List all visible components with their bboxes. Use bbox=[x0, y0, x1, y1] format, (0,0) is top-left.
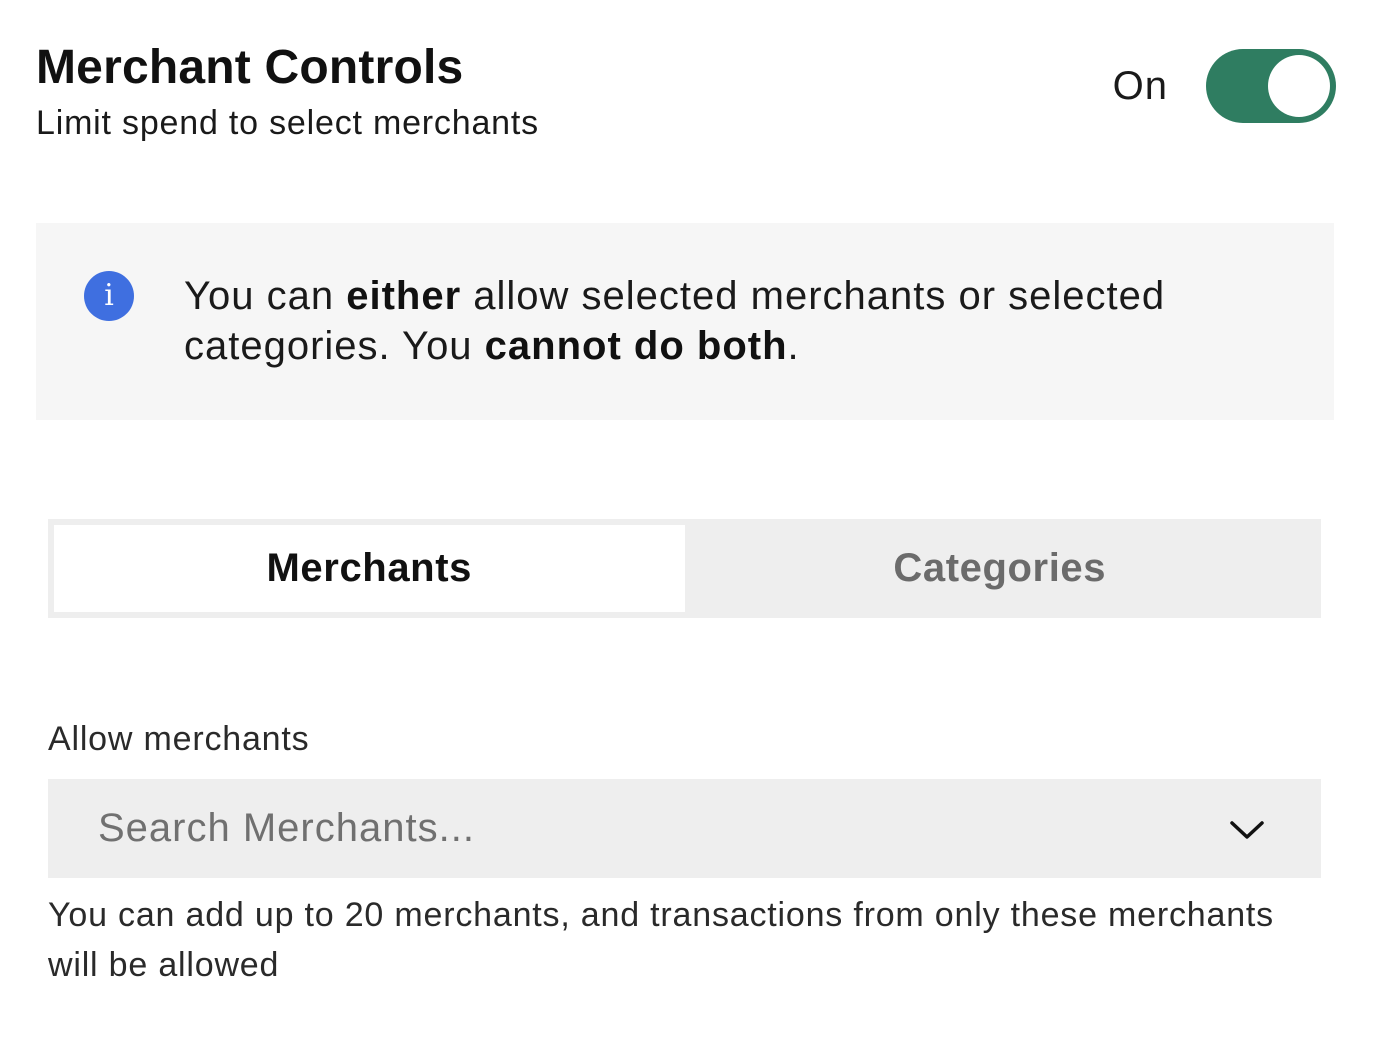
info-icon: i bbox=[84, 271, 134, 321]
merchant-controls-toggle-group: On bbox=[1113, 48, 1336, 124]
info-message: You can either allow selected merchants … bbox=[184, 271, 1294, 371]
info-text-emphasis-either: either bbox=[346, 274, 462, 318]
info-text-part-3: . bbox=[787, 324, 800, 368]
control-type-tabs: Merchants Categories bbox=[48, 519, 1321, 618]
toggle-knob bbox=[1268, 55, 1330, 117]
merchant-controls-header: Merchant Controls Limit spend to select … bbox=[36, 36, 1336, 156]
merchant-limit-help-text: You can add up to 20 merchants, and tran… bbox=[48, 896, 1274, 984]
section-title: Merchant Controls bbox=[36, 41, 464, 94]
merchant-controls-panel: Merchant Controls Limit spend to select … bbox=[0, 0, 1400, 1048]
section-subtitle: Limit spend to select merchants bbox=[36, 104, 539, 142]
info-text-emphasis-cannot-do-both: cannot do both bbox=[484, 324, 788, 368]
merchant-search-input[interactable] bbox=[98, 779, 1198, 878]
tab-merchants[interactable]: Merchants bbox=[54, 525, 685, 612]
info-banner: i You can either allow selected merchant… bbox=[36, 223, 1334, 420]
toggle-state-label: On bbox=[1112, 63, 1168, 108]
chevron-down-icon[interactable] bbox=[1229, 815, 1265, 843]
allow-merchants-label: Allow merchants bbox=[48, 720, 310, 758]
info-text-part-1: You can bbox=[184, 274, 347, 318]
merchant-search-dropdown[interactable] bbox=[48, 779, 1321, 878]
merchant-controls-toggle[interactable] bbox=[1206, 49, 1336, 123]
tab-categories[interactable]: Categories bbox=[685, 525, 1316, 612]
